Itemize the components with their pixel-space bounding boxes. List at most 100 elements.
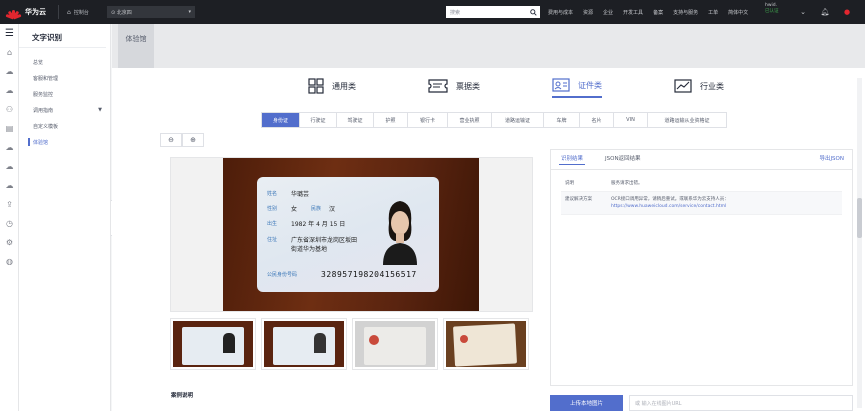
sidebar-item-overview[interactable]: 总览 — [19, 54, 110, 70]
category-general[interactable]: 通用类 — [308, 78, 356, 98]
id-card-photo: 姓名 华璐芸 性别 女 民族 汉 出生 1982 年 4 月 15 日 住址 广… — [223, 158, 479, 311]
tab-recognition-result[interactable]: 识别结果 — [558, 154, 586, 165]
export-json-link[interactable]: 导出JSON — [819, 154, 844, 162]
id-value-birth: 1982 年 4 月 15 日 — [291, 221, 346, 228]
document-icon[interactable]: ▤ — [0, 119, 19, 138]
clock-icon[interactable]: ◷ — [0, 214, 19, 233]
nav-icp[interactable]: 备案 — [653, 9, 663, 16]
image-viewer: 姓名 华璐芸 性别 女 民族 汉 出生 1982 年 4 月 15 日 住址 广… — [170, 157, 533, 312]
subtab-id-card[interactable]: 身份证 — [262, 113, 300, 127]
mute-icon[interactable]: ✕ — [858, 8, 865, 16]
subtab-transport-license[interactable]: 道路运输证 — [492, 113, 544, 127]
sidebar: 文字识别 总览 客服和管理 服务监控 调用指南 ▼ 自定义模板 体验馆 — [19, 24, 111, 411]
category-label: 证件类 — [578, 80, 602, 90]
subtab-bank-card[interactable]: 银行卡 — [408, 113, 448, 127]
zoom-out-icon[interactable]: ⊖ — [160, 133, 182, 147]
cloud-icon[interactable]: ☁ — [0, 176, 19, 195]
user-menu[interactable]: hwid. 已认证 — [765, 3, 791, 15]
console-label: 控制台 — [73, 9, 89, 16]
nav-support[interactable]: 支持与服务 — [673, 9, 698, 16]
page-scrollbar[interactable] — [857, 78, 862, 408]
huawei-cloud-logo[interactable]: 华为云 — [0, 7, 58, 19]
id-value-name: 华璐芸 — [291, 191, 310, 198]
sample-thumbnails — [170, 318, 534, 370]
users-icon[interactable]: ⚇ — [0, 100, 19, 119]
top-nav: 费用与成本 资源 企业 开发工具 备案 支持与服务 工单 简体中文 — [548, 0, 758, 24]
nav-language[interactable]: 简体中文 — [728, 9, 748, 16]
category-certificates[interactable]: 证件类 — [552, 78, 602, 98]
image-url-input[interactable]: 或 输入在线图片URL — [629, 395, 853, 411]
nav-devtools[interactable]: 开发工具 — [623, 9, 643, 16]
console-link[interactable]: ⌂ 控制台 — [59, 9, 97, 16]
cloud-icon[interactable]: ☁ — [0, 138, 19, 157]
subtab-driver-license[interactable]: 驾驶证 — [337, 113, 374, 127]
category-label: 票据类 — [456, 81, 480, 91]
upload-image-button[interactable]: 上传本地图片 — [550, 395, 623, 411]
sidebar-item-service-management[interactable]: 客服和管理 — [19, 70, 110, 86]
cloud-icon[interactable]: ☁ — [0, 62, 19, 81]
settings-icon[interactable]: ⚙ — [0, 233, 19, 252]
zoom-in-icon[interactable]: ⊕ — [182, 133, 204, 147]
nav-billing[interactable]: 费用与成本 — [548, 9, 573, 16]
huawei-logo-icon — [5, 7, 22, 19]
row-key: 说明 — [565, 181, 574, 186]
support-contact-link[interactable]: https://www.huaweicloud.com/service/cont… — [611, 204, 726, 209]
sample-thumbnail[interactable] — [443, 318, 529, 370]
subtab-vehicle-license[interactable]: 行驶证 — [300, 113, 337, 127]
subtab-passport[interactable]: 护照 — [374, 113, 408, 127]
sample-thumbnail[interactable] — [261, 318, 347, 370]
top-icons: ⌄ 🔔︎ ● ✕ — [792, 0, 865, 24]
cloud-icon[interactable]: ☁ — [0, 81, 19, 100]
chevron-down-icon: ▼ — [98, 107, 102, 113]
id-field-ethnicity: 民族 — [311, 206, 322, 212]
category-label: 行业类 — [700, 81, 724, 91]
row-value: 服务请求出错。 — [611, 181, 643, 186]
user-status: 已认证 — [765, 9, 779, 14]
subtab-business-license[interactable]: 营业执照 — [448, 113, 492, 127]
globe-icon[interactable]: ◍ — [0, 252, 19, 271]
page-tab-strip: 体验馆 — [112, 24, 865, 68]
upload-icon[interactable]: ⇪ — [0, 195, 19, 214]
menu-icon[interactable]: ☰ — [0, 24, 19, 43]
chevron-down-icon[interactable]: ⌄ — [792, 8, 814, 16]
chevron-down-icon: ▾ — [188, 9, 191, 15]
sample-thumbnail[interactable] — [352, 318, 438, 370]
subtab-license-plate[interactable]: 车牌 — [544, 113, 580, 127]
sidebar-item-experience[interactable]: 体验馆 — [19, 134, 110, 150]
id-card: 姓名 华璐芸 性别 女 民族 汉 出生 1982 年 4 月 15 日 住址 广… — [257, 177, 439, 292]
category-receipts[interactable]: 票据类 — [428, 78, 480, 98]
sample-thumbnail[interactable] — [170, 318, 256, 370]
subtab-transport-qualification[interactable]: 道路运输从业资格证 — [648, 113, 726, 127]
microphone-icon[interactable]: ● — [836, 8, 858, 16]
subtab-business-card[interactable]: 名片 — [580, 113, 614, 127]
sidebar-item-label: 调用指南 — [33, 107, 54, 114]
tab-json-result[interactable]: JSON返回结果 — [605, 154, 641, 162]
sidebar-item-custom-template[interactable]: 自定义模板 — [19, 118, 110, 134]
nav-enterprise[interactable]: 企业 — [603, 9, 613, 16]
category-industry[interactable]: 行业类 — [674, 78, 724, 98]
scrollbar-thumb[interactable] — [857, 198, 862, 238]
ticket-icon — [428, 79, 448, 93]
sidebar-title: 文字识别 — [19, 24, 106, 48]
subtab-vin[interactable]: VIN — [614, 113, 648, 127]
bell-icon[interactable]: 🔔︎ — [814, 8, 836, 16]
nav-tickets[interactable]: 工单 — [708, 9, 718, 16]
tab-experience[interactable]: 体验馆 — [118, 24, 154, 68]
sidebar-item-label: 服务监控 — [33, 91, 54, 98]
id-field-number: 公民身份号码 — [267, 272, 298, 278]
location-icon: ⊙ — [111, 9, 116, 16]
nav-resources[interactable]: 资源 — [583, 9, 593, 16]
sidebar-item-label: 总览 — [33, 59, 44, 66]
zoom-controls: ⊖ ⊕ — [160, 133, 204, 147]
main-content: 通用类 票据类 证件类 行业类 身份证 行驶证 驾驶证 护照 银行卡 营业执照 … — [112, 68, 865, 411]
region-value: 北京四 — [116, 9, 132, 16]
home-icon[interactable]: ⌂ — [0, 43, 19, 62]
id-card-icon — [552, 78, 570, 92]
cloud-icon[interactable]: ☁ — [0, 157, 19, 176]
search-input[interactable]: 搜索 — [446, 6, 540, 18]
region-selector[interactable]: ⊙ 北京四 ▾ — [107, 6, 195, 18]
sidebar-item-label: 体验馆 — [33, 139, 49, 146]
sidebar-item-guide[interactable]: 调用指南 ▼ — [19, 102, 110, 118]
id-value-address-line2: 街道华为基地 — [291, 246, 328, 253]
sidebar-item-monitoring[interactable]: 服务监控 — [19, 86, 110, 102]
